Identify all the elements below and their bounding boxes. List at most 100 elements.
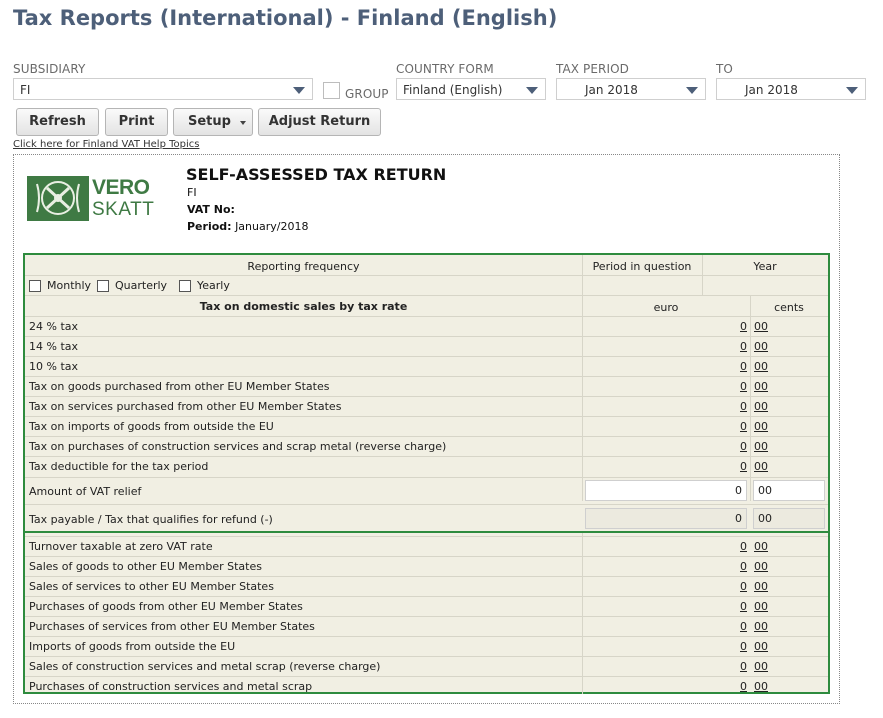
period-value: January/2018 <box>235 220 309 233</box>
subsidiary-select[interactable]: FI <box>13 78 313 100</box>
vat-relief-cents-value: 00 <box>758 484 772 497</box>
vero-skatt-logo: VERO SKATT <box>27 176 154 221</box>
report-title: SELF-ASSESSED TAX RETURN <box>186 165 447 184</box>
euro-value-link[interactable]: 0 <box>740 420 747 433</box>
cents-value-link[interactable]: 00 <box>754 460 768 473</box>
row-label: Purchases of construction services and m… <box>29 680 313 693</box>
grid-line <box>25 416 828 417</box>
to-period-select[interactable]: Jan 2018 <box>716 78 866 100</box>
cents-value-link[interactable]: 00 <box>754 360 768 373</box>
vat-no-line: VAT No: <box>187 203 235 216</box>
vat-relief-cents-input[interactable]: 00 <box>753 480 825 501</box>
cents-value-link[interactable]: 00 <box>754 620 768 633</box>
grid-line <box>25 636 828 637</box>
grid-line <box>25 556 828 557</box>
euro-value-link[interactable]: 0 <box>740 560 747 573</box>
cents-value-link[interactable]: 00 <box>754 420 768 433</box>
chevron-down-icon <box>846 87 858 94</box>
logo-text-skatt: SKATT <box>92 199 155 220</box>
row-label: Purchases of services from other EU Memb… <box>29 620 315 633</box>
euro-value-link[interactable]: 0 <box>740 660 747 673</box>
euro-value-link[interactable]: 0 <box>740 540 747 553</box>
grid-line <box>25 456 828 457</box>
row-label: Sales of services to other EU Member Sta… <box>29 580 274 593</box>
quarterly-label: Quarterly <box>115 279 168 292</box>
cents-value-link[interactable]: 00 <box>754 680 768 693</box>
period-in-question-header: Period in question <box>592 260 692 273</box>
tax-payable-euro-value: 0 <box>735 512 742 525</box>
cents-value-link[interactable]: 00 <box>754 640 768 653</box>
row-label: Tax on goods purchased from other EU Mem… <box>29 380 330 393</box>
vat-relief-euro-input[interactable]: 0 <box>585 480 747 501</box>
tax-payable-label: Tax payable / Tax that qualifies for ref… <box>29 513 273 526</box>
cents-value-link[interactable]: 00 <box>754 320 768 333</box>
adjust-return-button[interactable]: Adjust Return <box>258 108 381 136</box>
country-form-value: Finland (English) <box>403 83 503 97</box>
row-label: 10 % tax <box>29 360 79 373</box>
row-label: 24 % tax <box>29 320 79 333</box>
grid-line <box>25 356 828 357</box>
caret-down-icon <box>240 121 246 125</box>
vero-emblem-icon <box>27 176 89 221</box>
grid-line <box>25 316 828 317</box>
euro-value-link[interactable]: 0 <box>740 680 747 693</box>
row-label: Tax on imports of goods from outside the… <box>29 420 274 433</box>
country-form-select[interactable]: Finland (English) <box>396 78 546 100</box>
cents-value-link[interactable]: 00 <box>754 660 768 673</box>
row-label: Purchases of goods from other EU Member … <box>29 600 303 613</box>
section-divider <box>25 531 828 533</box>
euro-value-link[interactable]: 0 <box>740 380 747 393</box>
euro-value-link[interactable]: 0 <box>740 440 747 453</box>
quarterly-checkbox[interactable] <box>97 280 109 292</box>
cents-value-link[interactable]: 00 <box>754 440 768 453</box>
subsidiary-value: FI <box>20 83 31 97</box>
tax-return-form: Reporting frequency Period in question Y… <box>23 253 830 694</box>
print-button[interactable]: Print <box>105 108 168 136</box>
cents-value-link[interactable]: 00 <box>754 540 768 553</box>
euro-value-link[interactable]: 0 <box>740 340 747 353</box>
grid-line <box>25 396 828 397</box>
refresh-button[interactable]: Refresh <box>16 108 99 136</box>
grid-line <box>582 255 583 501</box>
setup-button[interactable]: Setup <box>173 108 253 136</box>
grid-line <box>25 616 828 617</box>
page-title: Tax Reports (International) - Finland (E… <box>13 6 558 30</box>
cents-header: cents <box>774 301 804 314</box>
grid-line <box>25 676 828 677</box>
row-label: 14 % tax <box>29 340 79 353</box>
cents-value-link[interactable]: 00 <box>754 600 768 613</box>
cents-value-link[interactable]: 00 <box>754 560 768 573</box>
euro-header: euro <box>653 301 679 314</box>
euro-value-link[interactable]: 0 <box>740 360 747 373</box>
row-label: Imports of goods from outside the EU <box>29 640 236 653</box>
domestic-sales-header: Tax on domestic sales by tax rate <box>199 300 408 313</box>
help-topics-link[interactable]: Click here for Finland VAT Help Topics <box>13 139 199 150</box>
cents-value-link[interactable]: 00 <box>754 340 768 353</box>
year-header: Year <box>753 260 777 273</box>
cents-value-link[interactable]: 00 <box>754 580 768 593</box>
euro-value-link[interactable]: 0 <box>740 460 747 473</box>
row-label: Sales of construction services and metal… <box>29 660 381 673</box>
subsidiary-label: SUBSIDIARY <box>13 62 86 76</box>
grid-line <box>25 596 828 597</box>
euro-value-link[interactable]: 0 <box>740 640 747 653</box>
monthly-checkbox[interactable] <box>29 280 41 292</box>
logo-text-vero: VERO <box>92 176 150 199</box>
tax-period-select[interactable]: Jan 2018 <box>556 78 706 100</box>
group-checkbox[interactable] <box>323 82 340 99</box>
euro-value-link[interactable]: 0 <box>740 400 747 413</box>
euro-value-link[interactable]: 0 <box>740 600 747 613</box>
cents-value-link[interactable]: 00 <box>754 400 768 413</box>
euro-value-link[interactable]: 0 <box>740 320 747 333</box>
setup-button-label: Setup <box>188 114 231 129</box>
euro-value-link[interactable]: 0 <box>740 580 747 593</box>
vat-relief-euro-value: 0 <box>735 484 742 497</box>
euro-value-link[interactable]: 0 <box>740 620 747 633</box>
grid-line <box>25 576 828 577</box>
grid-line <box>582 533 583 694</box>
tax-period-value: Jan 2018 <box>585 83 638 97</box>
yearly-checkbox[interactable] <box>179 280 191 292</box>
cents-value-link[interactable]: 00 <box>754 380 768 393</box>
group-label: GROUP <box>345 87 389 101</box>
grid-line <box>25 376 828 377</box>
